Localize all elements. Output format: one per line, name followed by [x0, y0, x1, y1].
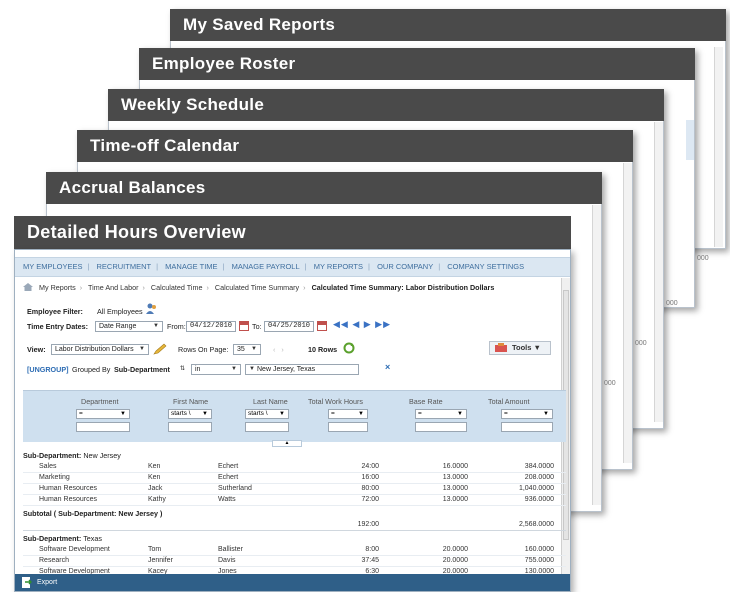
col-total-amount[interactable]: Total Amount	[488, 397, 530, 406]
calendar-icon[interactable]	[239, 321, 249, 331]
card-title-detailed-hours-overview[interactable]: Detailed Hours Overview	[14, 216, 571, 249]
nav-manage-time[interactable]: MANAGE TIME	[165, 262, 217, 271]
ghost-value: 000	[635, 340, 647, 347]
col-first-name[interactable]: First Name	[173, 397, 208, 406]
filter-input-department[interactable]	[76, 422, 130, 432]
grouped-by-label: Grouped By	[72, 365, 111, 374]
clear-group-icon[interactable]: ×	[385, 362, 390, 372]
card-title-accrual-balances[interactable]: Accrual Balances	[46, 172, 602, 204]
export-icon[interactable]	[22, 577, 32, 588]
view-label: View:	[27, 345, 46, 354]
group-value-select[interactable]: ▼ New Jersey, Texas	[245, 364, 359, 375]
from-date-input[interactable]: 04/12/2010	[186, 321, 236, 332]
filter-op-department[interactable]: = ▼	[76, 409, 130, 419]
rows-on-page-label: Rows On Page:	[178, 345, 229, 354]
card-scrollbar	[654, 122, 663, 422]
export-button[interactable]: Export	[37, 579, 57, 586]
home-icon[interactable]	[23, 283, 33, 291]
group-op-select[interactable]: in ▼	[191, 364, 241, 375]
sort-icon[interactable]: ⇅	[180, 365, 185, 372]
nav-recruitment[interactable]: RECRUITMENT	[97, 262, 152, 271]
ghost-value: 000	[666, 300, 678, 307]
pencil-icon[interactable]	[153, 343, 167, 355]
filter-op-rate[interactable]: = ▼	[415, 409, 467, 419]
grid-header: Department First Name Last Name Total Wo…	[23, 390, 566, 442]
crumb-calculated-time-summary[interactable]: Calculated Time Summary	[215, 283, 299, 292]
people-icon[interactable]	[145, 303, 158, 315]
subtotal-row: 192:00 2,568.0000	[23, 520, 566, 531]
crumb-current: Calculated Time Summary: Labor Distribut…	[311, 283, 495, 292]
time-entry-dates-label: Time Entry Dates:	[27, 322, 88, 331]
crumb-my-reports[interactable]: My Reports	[39, 283, 76, 292]
breadcrumb: My Reports › Time And Labor › Calculated T…	[23, 283, 494, 292]
col-total-work-hours[interactable]: Total Work Hours	[308, 397, 363, 406]
crumb-calculated-time[interactable]: Calculated Time	[151, 283, 203, 292]
col-department[interactable]: Department	[81, 397, 119, 406]
table-row[interactable]: Research Jennifer Davis 37:45 20.0000 755.000…	[23, 556, 566, 567]
subtotal-label: Subtotal ( Sub-Department: New Jersey )	[23, 509, 163, 518]
collapse-handle[interactable]: ▲	[272, 440, 302, 447]
nav-our-company[interactable]: OUR COMPANY	[377, 262, 433, 271]
card-title-time-off-calendar[interactable]: Time-off Calendar	[77, 130, 633, 162]
table-row[interactable]: Human Resources Jack Sutherland 80:00 13.000…	[23, 484, 566, 495]
filter-input-hours[interactable]	[328, 422, 368, 432]
filter-input-rate[interactable]	[415, 422, 467, 432]
nav-my-reports[interactable]: MY REPORTS	[314, 262, 363, 271]
nav-company-settings[interactable]: COMPANY SETTINGS	[447, 262, 524, 271]
col-last-name[interactable]: Last Name	[253, 397, 288, 406]
ghost-value: 000	[604, 380, 616, 387]
card-scrollbar	[623, 163, 632, 463]
filter-input-amount[interactable]	[501, 422, 553, 432]
filter-op-hours[interactable]: = ▼	[328, 409, 368, 419]
filter-op-amount[interactable]: = ▼	[501, 409, 553, 419]
filter-op-first-name[interactable]: starts \ ▼	[168, 409, 212, 419]
ungroup-link[interactable]: [UNGROUP]	[27, 365, 69, 374]
card-scrollbar	[714, 47, 723, 247]
date-nav-arrows[interactable]: ◀◀ ◀ ▶ ▶▶	[333, 319, 391, 330]
card-band	[686, 120, 694, 160]
view-select[interactable]: Labor Distribution Dollars ▼	[51, 344, 149, 355]
table-row[interactable]: Software Development Tom Ballister 8:00 20.0…	[23, 545, 566, 556]
to-label: To:	[252, 322, 262, 331]
card-title-my-saved-reports[interactable]: My Saved Reports	[170, 9, 726, 41]
ghost-value: 000	[697, 255, 709, 262]
card-title-employee-roster[interactable]: Employee Roster	[139, 48, 695, 80]
filter-op-last-name[interactable]: starts \ ▼	[245, 409, 289, 419]
employee-filter-value[interactable]: All Employees	[97, 307, 143, 316]
group-header-texas: Sub-Department: Texas	[23, 534, 102, 543]
card-title-weekly-schedule[interactable]: Weekly Schedule	[108, 89, 664, 121]
group-header-new-jersey: Sub-Department: New Jersey	[23, 451, 121, 460]
from-label: From:	[167, 322, 186, 331]
to-date-input[interactable]: 04/25/2010	[264, 321, 314, 332]
table-row[interactable]: Marketing Ken Echert 16:00 13.0000 208.0000	[23, 473, 566, 484]
nav-manage-payroll[interactable]: MANAGE PAYROLL	[232, 262, 300, 271]
calendar-icon[interactable]	[317, 321, 327, 331]
rows-on-page-select[interactable]: 35 ▼	[233, 344, 261, 355]
date-range-select[interactable]: Date Range ▼	[95, 321, 163, 332]
page-arrows[interactable]: ‹ ›	[273, 345, 284, 354]
refresh-icon[interactable]	[343, 342, 355, 354]
table-row[interactable]: Human Resources Kathy Watts 72:00 13.0000 936…	[23, 495, 566, 506]
bottom-toolbar: Export	[15, 574, 570, 591]
crumb-time-and-labor[interactable]: Time And Labor	[88, 283, 138, 292]
employee-filter-label: Employee Filter:	[27, 307, 83, 316]
top-nav: MY EMPLOYEES | RECRUITMENT | MANAGE TIME | …	[15, 257, 570, 277]
tools-icon	[495, 343, 507, 352]
filter-input-last-name[interactable]	[245, 422, 289, 432]
rows-count: 10 Rows	[308, 345, 338, 354]
detailed-hours-window: MY EMPLOYEES | RECRUITMENT | MANAGE TIME | …	[14, 249, 571, 592]
card-scrollbar	[592, 205, 601, 505]
col-base-rate[interactable]: Base Rate	[409, 397, 443, 406]
filter-input-first-name[interactable]	[168, 422, 212, 432]
table-row[interactable]: Sales Ken Echert 24:00 16.0000 384.0000	[23, 462, 566, 473]
nav-my-employees[interactable]: MY EMPLOYEES	[23, 262, 82, 271]
tools-button[interactable]: Tools ▼	[489, 341, 551, 355]
group-field: Sub-Department	[114, 365, 170, 374]
